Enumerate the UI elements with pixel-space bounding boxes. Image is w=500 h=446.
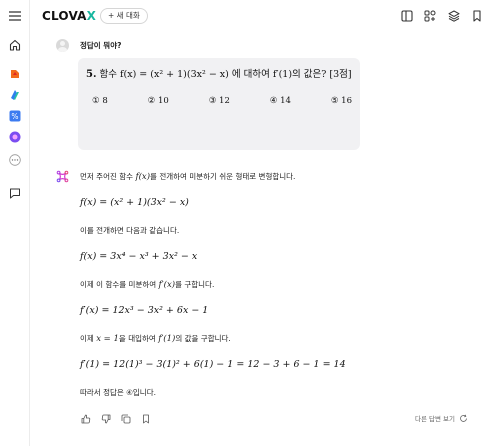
- option-3: ③ 12: [208, 96, 230, 106]
- option-4: ④ 14: [269, 96, 291, 106]
- home-icon[interactable]: [8, 38, 22, 52]
- option-2: ② 10: [147, 96, 169, 106]
- new-chat-button[interactable]: + 새 대화: [100, 8, 148, 24]
- equation-3: f′(x) = 12x³ − 3x² + 6x − 1: [80, 305, 209, 316]
- clova-dub-icon[interactable]: [8, 130, 22, 144]
- clova-x-logo[interactable]: CLOVAX: [42, 9, 96, 23]
- answer-actions: [80, 413, 152, 425]
- clova-x-bot-icon: [56, 170, 69, 183]
- left-sidebar: %: [0, 0, 30, 446]
- copy-icon[interactable]: [120, 413, 132, 425]
- bookmark-answer-icon[interactable]: [140, 413, 152, 425]
- question-line: 5. 함수 f(x) = (x² + 1)(3x² − x) 에 대하여 f′(…: [86, 66, 352, 80]
- answer-paragraph-1: 먼저 주어진 함수 f(x)를 전개하여 미분하기 쉬운 형태로 변형합니다.: [80, 172, 296, 182]
- svg-text:%: %: [11, 112, 18, 121]
- answer-paragraph-3: 이제 이 함수를 미분하여 f′(x)를 구합니다.: [80, 280, 215, 290]
- question-text: 함수 f(x) = (x² + 1)(3x² − x) 에 대하여 f′(1)의…: [99, 69, 352, 80]
- attached-question-image[interactable]: 5. 함수 f(x) = (x² + 1)(3x² − x) 에 대하여 f′(…: [78, 58, 360, 150]
- more-apps-icon[interactable]: [8, 153, 22, 167]
- option-5: ⑤ 16: [330, 96, 352, 106]
- answer-options: ① 8 ② 10 ③ 12 ④ 14 ⑤ 16: [92, 96, 352, 106]
- answer-paragraph-4: 이제 x = 1을 대입하여 f′(1)의 값을 구합니다.: [80, 334, 231, 344]
- feedback-icon[interactable]: [8, 186, 22, 200]
- equation-4: f′(1) = 12(1)³ − 3(1)² + 6(1) − 1 = 12 −…: [80, 359, 346, 370]
- user-avatar-row: [56, 38, 69, 52]
- skills-icon[interactable]: [423, 9, 437, 23]
- regenerate-button[interactable]: 다른 답변 보기: [415, 413, 468, 423]
- menu-icon[interactable]: [8, 9, 22, 23]
- answer-conclusion: 따라서 정답은 ④입니다.: [80, 388, 156, 397]
- avatar: [56, 38, 69, 52]
- sidebar-toggle-icon[interactable]: [400, 9, 414, 23]
- regenerate-label: 다른 답변 보기: [415, 415, 456, 423]
- equation-1: f(x) = (x² + 1)(3x² − x): [80, 197, 189, 208]
- clova-studio-icon[interactable]: [8, 88, 22, 102]
- refresh-icon: [460, 414, 467, 422]
- thumbs-up-icon[interactable]: [80, 413, 92, 425]
- clova-note-icon[interactable]: [8, 67, 22, 81]
- top-bar: CLOVAX + 새 대화: [30, 0, 500, 32]
- option-1: ① 8: [92, 96, 108, 106]
- bookmark-icon[interactable]: [470, 9, 484, 23]
- question-number: 5.: [86, 69, 97, 80]
- answer-paragraph-2: 이를 전개하면 다음과 같습니다.: [80, 226, 180, 235]
- thumbs-down-icon[interactable]: [100, 413, 112, 425]
- equation-2: f(x) = 3x⁴ − x³ + 3x² − x: [80, 251, 198, 262]
- percent-app-icon[interactable]: %: [8, 109, 22, 123]
- layers-icon[interactable]: [447, 9, 461, 23]
- user-message-text: 정답이 뭐야?: [80, 41, 122, 50]
